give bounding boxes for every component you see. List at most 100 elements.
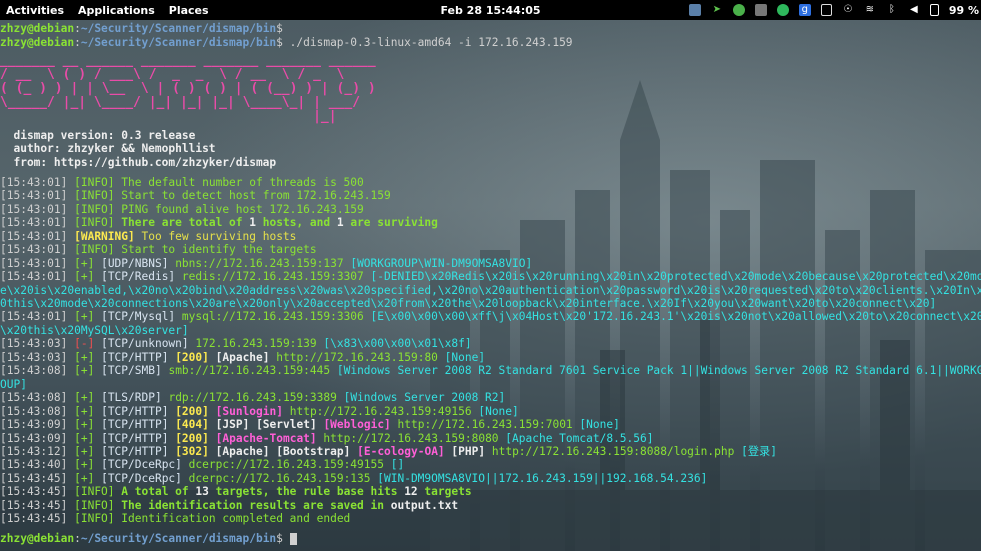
- timestamp: [15:43:01]: [0, 216, 68, 229]
- result-info: []: [390, 458, 405, 471]
- fingerprint-tag: [Weblogic]: [323, 418, 391, 431]
- log-line: [15:43:01] [WARNING] Too few surviving h…: [0, 230, 296, 243]
- result-line: [15:43:45] [+] [TCP/DceRpc] dcerpc://172…: [0, 472, 707, 485]
- log-level: [INFO]: [74, 189, 115, 202]
- result-line: [15:43:08] [+] [TCP/HTTP] [200] [Sunlogi…: [0, 405, 519, 418]
- terminal-window[interactable]: zhzy@debian:~/Security/Scanner/dismap/bi…: [0, 20, 981, 551]
- volume-icon[interactable]: ◀: [908, 4, 920, 16]
- log-message: hosts, and: [256, 216, 337, 229]
- timestamp: [15:43:01]: [0, 203, 68, 216]
- log-message: Too few surviving hosts: [141, 230, 297, 243]
- clipboard-icon[interactable]: [820, 4, 832, 16]
- wifi-icon[interactable]: ≋: [864, 4, 876, 16]
- protocol: [TCP/HTTP]: [101, 405, 169, 418]
- log-level: [INFO]: [74, 485, 115, 498]
- log-line: [15:43:45] [INFO] A total of 13 targets,…: [0, 485, 472, 498]
- target-url: nbns://172.16.243.159:137: [175, 257, 344, 270]
- log-message: Start to detect host from 172.16.243.159: [121, 189, 391, 202]
- fingerprint-tag: [JSP]: [215, 418, 250, 431]
- status-code: [200]: [175, 351, 209, 364]
- protocol: [TCP/HTTP]: [101, 445, 169, 458]
- timestamp: [15:43:03]: [0, 337, 68, 350]
- result-flag: [+]: [74, 391, 95, 404]
- result-continuation: OUP]: [0, 378, 27, 391]
- result-info: [None]: [579, 418, 620, 431]
- result-info: [登录]: [741, 445, 777, 458]
- result-flag: [+]: [74, 310, 95, 323]
- result-info: [WORKGROUP\WIN-DM9OMSA8VIO]: [350, 257, 533, 270]
- result-line: [15:43:08] [+] [TLS/RDP] rdp://172.16.24…: [0, 391, 505, 404]
- target-url: rdp://172.16.243.159:3389: [168, 391, 337, 404]
- result-line: [15:43:01] [+] [UDP/NBNS] nbns://172.16.…: [0, 257, 532, 270]
- author-line: author: zhzyker && Nemophllist: [0, 142, 216, 155]
- activities-button[interactable]: Activities: [6, 4, 64, 17]
- result-info: [Apache Tomcat/8.5.56]: [505, 432, 654, 445]
- log-count: 12: [404, 485, 418, 498]
- timestamp: [15:43:08]: [0, 364, 68, 377]
- result-flag: [+]: [74, 418, 95, 431]
- g-icon[interactable]: g: [798, 4, 811, 16]
- final-prompt-line: zhzy@debian:~/Security/Scanner/dismap/bi…: [0, 532, 297, 545]
- result-info: [None]: [478, 405, 519, 418]
- timestamp: [15:43:01]: [0, 310, 68, 323]
- protocol: [TCP/HTTP]: [101, 432, 169, 445]
- protocol: [TLS/RDP]: [101, 391, 162, 404]
- timestamp: [15:43:01]: [0, 230, 68, 243]
- log-message: Identification completed and ended: [121, 512, 351, 525]
- result-line: [15:43:01] [+] [TCP/Redis] redis://172.1…: [0, 270, 981, 283]
- log-message: targets: [417, 485, 472, 498]
- drive-icon[interactable]: [754, 4, 767, 16]
- log-count: 13: [195, 485, 209, 498]
- log-level: [INFO]: [74, 499, 115, 512]
- result-info: \x20this\x20MySQL\x20server]: [0, 324, 189, 337]
- source-line: from: https://github.com/zhzyker/dismap: [0, 156, 277, 169]
- terminal-cursor[interactable]: [289, 533, 297, 545]
- places-menu[interactable]: Places: [169, 4, 209, 17]
- result-line: [15:43:08] [+] [TCP/SMB] smb://172.16.24…: [0, 364, 981, 377]
- status-code: [200]: [175, 432, 209, 445]
- bluetooth-icon[interactable]: ᛒ: [886, 4, 898, 16]
- log-message: The default number of threads is 500: [121, 176, 364, 189]
- log-message: PING found alive host 172.16.243.159: [121, 203, 364, 216]
- send-icon[interactable]: ➤: [711, 4, 723, 16]
- app-icon[interactable]: [688, 4, 701, 16]
- result-line: [15:43:03] [+] [TCP/HTTP] [200] [Apache]…: [0, 351, 485, 364]
- result-info: [E\x00\x00\x00\xff\j\x04Host\x20'172.16.…: [370, 310, 981, 323]
- applications-menu[interactable]: Applications: [78, 4, 155, 17]
- timestamp: [15:43:08]: [0, 391, 68, 404]
- command-text: ./dismap-0.3-linux-amd64 -i 172.16.243.1…: [282, 36, 573, 49]
- protocol: [TCP/Redis]: [101, 270, 176, 283]
- result-flag: [+]: [74, 364, 95, 377]
- battery-icon[interactable]: [929, 4, 939, 16]
- protocol: [TCP/Mysql]: [101, 310, 176, 323]
- target-url: smb://172.16.243.159:445: [168, 364, 331, 377]
- timestamp: [15:43:45]: [0, 472, 68, 485]
- accessibility-icon[interactable]: ☉: [842, 4, 854, 16]
- result-info: [WIN-DM9OMSA8VIO||172.16.243.159||192.16…: [377, 472, 708, 485]
- log-level: [INFO]: [74, 512, 115, 525]
- log-message: The identification results are saved in: [121, 499, 391, 512]
- result-info: [-DENIED\x20Redis\x20is\x20running\x20in…: [370, 270, 981, 283]
- banner-art-line: \_____/ |_| \____/ |_| |_| |_| \____\_| …: [0, 95, 361, 110]
- wechat-icon[interactable]: [732, 4, 745, 16]
- banner-art-line: _______ __ ______ _______ _______ ______…: [0, 53, 376, 68]
- timestamp: [15:43:03]: [0, 351, 68, 364]
- result-info: e\x20is\x20enabled,\x20no\x20bind\x20add…: [0, 284, 981, 297]
- battery-percent[interactable]: 99 %: [949, 4, 979, 17]
- result-line: [15:43:03] [-] [TCP/unknown] 172.16.243.…: [0, 337, 472, 350]
- result-line: [15:43:09] [+] [TCP/HTTP] [200] [Apache-…: [0, 432, 653, 445]
- result-info: [None]: [444, 351, 486, 364]
- result-flag: [+]: [74, 458, 95, 471]
- shield-icon[interactable]: [776, 4, 789, 16]
- log-line: [15:43:45] [INFO] The identification res…: [0, 499, 458, 512]
- fingerprint-tag: [E-cology-OA]: [357, 445, 445, 458]
- log-count: 1: [336, 216, 344, 229]
- log-level: [INFO]: [74, 203, 115, 216]
- log-level: [WARNING]: [74, 230, 135, 243]
- timestamp: [15:43:01]: [0, 176, 68, 189]
- log-message: targets, the rule base hits: [208, 485, 405, 498]
- log-line: [15:43:01] [INFO] PING found alive host …: [0, 203, 364, 216]
- log-level: [INFO]: [74, 216, 115, 229]
- log-line: [15:43:01] [INFO] Start to identify the …: [0, 243, 317, 256]
- target-url: dcerpc://172.16.243.159:135: [188, 472, 371, 485]
